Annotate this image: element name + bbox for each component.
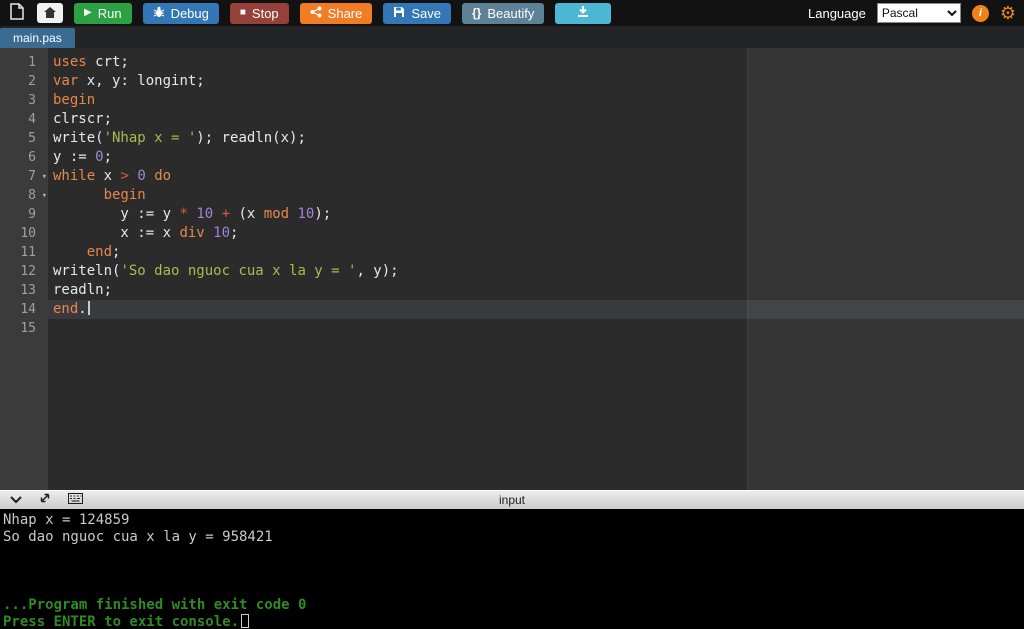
code-line[interactable]: while x > 0 do: [48, 167, 1024, 186]
collapse-console-button[interactable]: [10, 491, 22, 509]
save-button-label: Save: [411, 5, 442, 21]
keyboard-icon: [68, 491, 83, 509]
run-button[interactable]: ▶ Run: [74, 2, 132, 24]
gutter-line-number: 3: [28, 93, 36, 108]
console-toolbar: input: [0, 490, 1024, 509]
fold-toggle-icon[interactable]: ▾: [42, 187, 47, 206]
new-file-icon: [10, 3, 24, 23]
code-line[interactable]: y := 0;: [48, 148, 1024, 167]
code-line[interactable]: end;: [48, 243, 1024, 262]
editor-gutter: 1 2 3 4 5 6 7 ▾ 8 ▾ 9 10 11 12 13 14 15: [0, 48, 48, 490]
gutter-line-number: 12: [20, 264, 36, 279]
new-file-button[interactable]: [8, 2, 26, 24]
gutter-line-number: 7 ▾: [0, 167, 48, 186]
code-line[interactable]: clrscr;: [48, 110, 1024, 129]
gutter-line-number: 14: [20, 302, 36, 317]
gutter-line-number: 4: [28, 112, 36, 127]
code-line[interactable]: readln;: [48, 281, 1024, 300]
gutter-line-number: 2: [28, 74, 36, 89]
code-line[interactable]: write('Nhap x = '); readln(x);: [48, 129, 1024, 148]
debug-button-label: Debug: [170, 5, 209, 21]
editor-code[interactable]: uses crt; var x, y: longint; begin clrscr; w…: [48, 48, 1024, 490]
run-button-label: Run: [97, 5, 122, 21]
stdin-settings-button[interactable]: [68, 491, 83, 509]
chevron-down-icon: [10, 491, 22, 509]
projects-button[interactable]: [37, 3, 63, 23]
code-line[interactable]: y := y * 10 + (x mod 10);: [48, 205, 1024, 224]
code-line[interactable]: begin: [48, 186, 1024, 205]
code-editor[interactable]: 1 2 3 4 5 6 7 ▾ 8 ▾ 9 10 11 12 13 14 15 uses crt; var x, …: [0, 48, 1024, 490]
beautify-button-label: Beautify: [487, 5, 535, 21]
language-label: Language: [808, 5, 866, 21]
console-line: ...Program finished with exit code 0: [3, 597, 307, 613]
gutter-line-number: 9: [28, 207, 36, 222]
gutter-line-number: 8 ▾: [0, 186, 48, 205]
play-icon: ▶: [84, 7, 92, 18]
code-line[interactable]: [48, 319, 1024, 338]
beautify-button[interactable]: {} Beautify: [462, 2, 545, 24]
save-button[interactable]: Save: [383, 2, 452, 24]
toolbar: ▶ Run Debug ■ Stop Share Save {} Beautif…: [0, 0, 1024, 26]
gear-icon[interactable]: ⚙: [1000, 4, 1016, 22]
home-icon: [44, 6, 56, 21]
tab-main-pas[interactable]: main.pas: [0, 28, 75, 48]
terminal-cursor: [241, 614, 250, 628]
gutter-line-number: 11: [20, 245, 36, 260]
gutter-line-number: 10: [20, 226, 36, 241]
gutter-line-number: 5: [28, 131, 36, 146]
console-input-label: input: [498, 493, 526, 507]
code-line[interactable]: begin: [48, 91, 1024, 110]
tab-bar: main.pas: [0, 26, 1024, 48]
gutter-line-number: 6: [28, 150, 36, 165]
code-line[interactable]: var x, y: longint;: [48, 72, 1024, 91]
gutter-line-number: 13: [20, 283, 36, 298]
share-icon: [310, 6, 322, 21]
code-line[interactable]: uses crt;: [48, 53, 1024, 72]
debug-button[interactable]: Debug: [142, 2, 219, 24]
fold-toggle-icon[interactable]: ▾: [42, 168, 47, 187]
code-line[interactable]: end.: [48, 300, 1024, 319]
resize-diagonal-icon: [39, 491, 51, 509]
stop-button[interactable]: ■ Stop: [229, 2, 289, 24]
console-output[interactable]: Nhap x = 124859 So dao nguoc cua x la y =…: [0, 509, 1024, 629]
braces-icon: {}: [472, 6, 482, 20]
language-select[interactable]: Pascal: [876, 3, 961, 23]
bug-icon: [153, 6, 165, 21]
gutter-line-number: 15: [20, 321, 36, 336]
console-line: So dao nguoc cua x la y = 958421: [3, 529, 273, 545]
expand-console-button[interactable]: [39, 491, 51, 509]
stop-icon: ■: [239, 7, 246, 18]
console-line: Nhap x = 124859: [3, 512, 130, 528]
share-button[interactable]: Share: [299, 2, 373, 24]
share-button-label: Share: [327, 5, 363, 21]
gutter-line-number: 1: [28, 55, 36, 70]
code-line[interactable]: writeln('So dao nguoc cua x la y = ', y)…: [48, 262, 1024, 281]
console-line: Press ENTER to exit console.: [3, 614, 1021, 629]
info-icon[interactable]: i: [971, 4, 989, 22]
download-button[interactable]: [555, 2, 612, 24]
code-line[interactable]: x := x div 10;: [48, 224, 1024, 243]
stop-button-label: Stop: [251, 5, 279, 21]
download-icon: [576, 5, 590, 21]
save-icon: [393, 6, 405, 21]
text-cursor: [87, 301, 90, 315]
onlinegdb-window: ▶ Run Debug ■ Stop Share Save {} Beautif…: [0, 0, 1024, 629]
